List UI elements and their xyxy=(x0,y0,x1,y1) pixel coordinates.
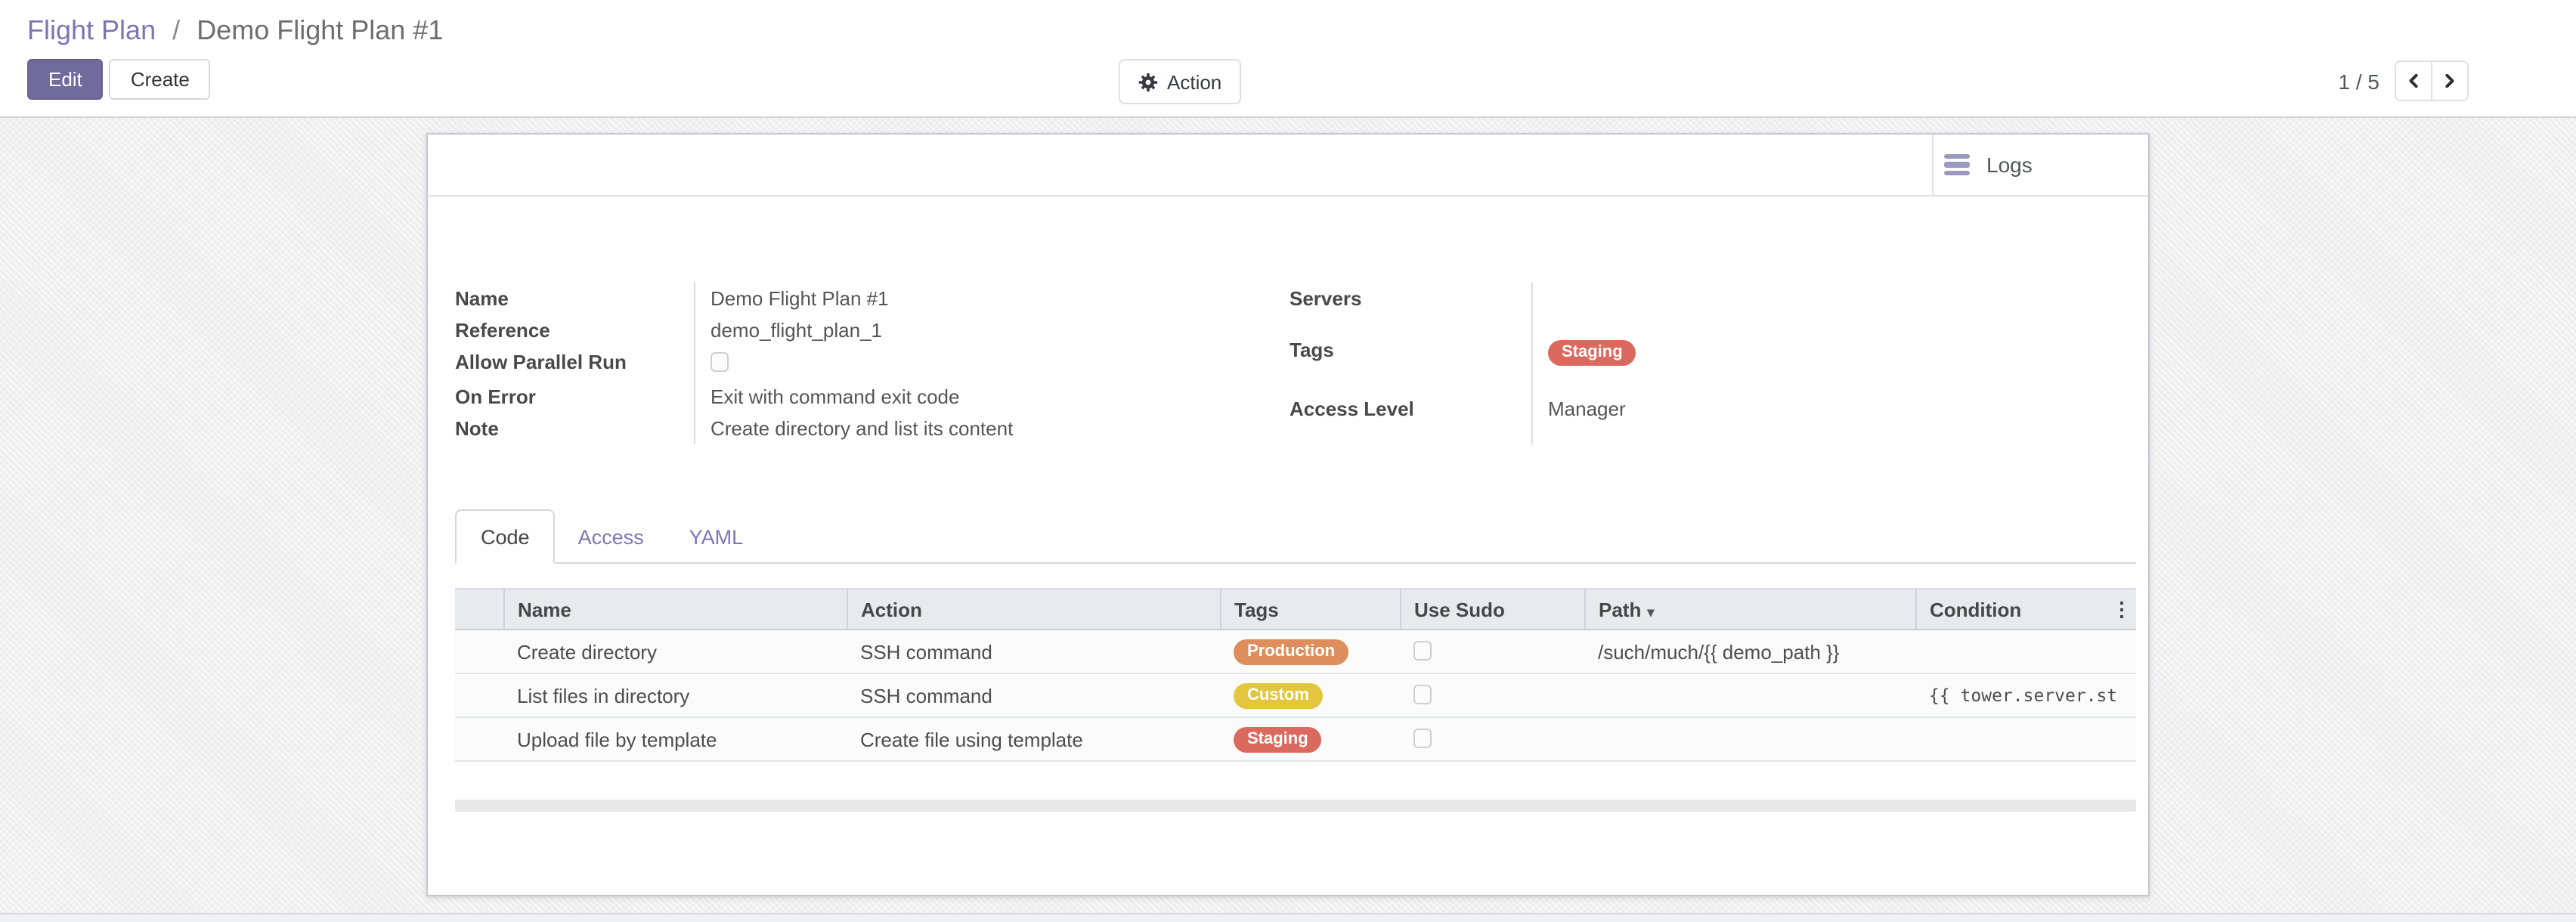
use-sudo-checkbox[interactable] xyxy=(1413,728,1432,747)
pager-count: 1 / 5 xyxy=(2339,69,2380,93)
breadcrumb: Flight Plan / Demo Flight Plan #1 xyxy=(27,12,443,48)
cell-condition xyxy=(1915,717,2136,761)
field-label-access-level: Access Level xyxy=(1290,393,1532,444)
table-row[interactable]: List files in directory SSH command Cust… xyxy=(455,673,2136,717)
field-row-allow-parallel-run: Allow Parallel Run xyxy=(455,346,1290,381)
commands-table: Name Action Tags Use Sudo Path▾ Conditio… xyxy=(455,588,2136,762)
field-value-name: Demo Flight Plan #1 xyxy=(695,283,1290,314)
column-header-handle xyxy=(455,589,503,630)
field-row-on-error: On Error Exit with command exit code xyxy=(455,381,1290,413)
field-label-tags: Tags xyxy=(1290,334,1532,393)
field-row-access-level: Access Level Manager xyxy=(1290,393,2124,444)
field-group-left: Name Demo Flight Plan #1 Reference demo_… xyxy=(455,283,1290,444)
column-header-action[interactable]: Action xyxy=(847,589,1220,630)
create-button[interactable]: Create xyxy=(110,59,211,100)
row-handle-cell xyxy=(455,630,503,673)
cell-path xyxy=(1584,673,1915,717)
table-row[interactable]: Create directory SSH command Production … xyxy=(455,630,2136,673)
sort-desc-icon: ▾ xyxy=(1647,604,1654,619)
table-header-row: Name Action Tags Use Sudo Path▾ Conditio… xyxy=(455,589,2136,630)
cell-name: Create directory xyxy=(503,630,847,673)
control-panel: Flight Plan / Demo Flight Plan #1 Edit C… xyxy=(0,0,2576,118)
field-label-name: Name xyxy=(455,283,695,314)
cell-action: Create file using template xyxy=(847,717,1220,761)
pager-buttons xyxy=(2395,60,2469,101)
tag-badge-custom: Custom xyxy=(1234,683,1323,709)
field-label-on-error: On Error xyxy=(455,381,695,413)
cell-path: /such/much/{{ demo_path }} xyxy=(1584,630,1915,673)
field-label-allow-parallel-run: Allow Parallel Run xyxy=(455,346,695,381)
tab-yaml[interactable]: YAML xyxy=(667,511,766,562)
cell-name: Upload file by template xyxy=(503,717,847,761)
logs-list-icon xyxy=(1944,153,1970,175)
field-group-right: Servers Tags Staging Access Level Manage… xyxy=(1290,283,2124,444)
logs-stat-button[interactable]: Logs xyxy=(1932,135,2148,195)
field-value-servers xyxy=(1532,283,2124,334)
field-label-servers: Servers xyxy=(1290,283,1532,334)
field-value-access-level: Manager xyxy=(1532,393,2124,444)
edit-button[interactable]: Edit xyxy=(27,59,104,100)
tag-badge-staging: Staging xyxy=(1234,727,1322,753)
chevron-right-icon xyxy=(2443,74,2457,88)
tag-badge-staging: Staging xyxy=(1548,340,1636,366)
chevron-left-icon xyxy=(2407,74,2420,88)
use-sudo-checkbox[interactable] xyxy=(1413,640,1432,660)
field-value-note: Create directory and list its content xyxy=(695,413,1290,444)
action-button-label: Action xyxy=(1167,70,1221,93)
field-value-on-error: Exit with command exit code xyxy=(695,381,1290,413)
field-value-reference: demo_flight_plan_1 xyxy=(695,314,1290,346)
field-row-servers: Servers xyxy=(1290,283,2124,334)
notebook-tabs: Code Access YAML xyxy=(455,512,2136,564)
action-button[interactable]: Action xyxy=(1119,59,1241,104)
row-handle-cell xyxy=(455,717,503,761)
pager-next-button[interactable] xyxy=(2431,62,2467,100)
table-row[interactable]: Upload file by template Create file usin… xyxy=(455,717,2136,761)
field-row-tags: Tags Staging xyxy=(1290,334,2124,393)
allow-parallel-run-checkbox[interactable] xyxy=(711,352,729,372)
field-row-name: Name Demo Flight Plan #1 xyxy=(455,283,1290,314)
app-viewport: Flight Plan / Demo Flight Plan #1 Edit C… xyxy=(0,0,2576,922)
cell-condition: {{ tower.server.st xyxy=(1915,673,2136,717)
cell-path xyxy=(1584,717,1915,761)
bottom-edge-strip xyxy=(0,913,2576,922)
cell-action: SSH command xyxy=(847,673,1220,717)
use-sudo-checkbox[interactable] xyxy=(1413,684,1432,704)
field-row-reference: Reference demo_flight_plan_1 xyxy=(455,314,1290,346)
form-sheet: Name Demo Flight Plan #1 Reference demo_… xyxy=(455,283,2124,444)
tag-badge-production: Production xyxy=(1234,639,1348,665)
form-card: Logs Name Demo Flight Plan #1 Reference … xyxy=(426,133,2150,896)
row-handle-cell xyxy=(455,673,503,717)
optional-columns-kebab-icon[interactable]: ⋮ xyxy=(2112,599,2132,619)
pager: 1 / 5 xyxy=(2339,60,2469,101)
tab-code[interactable]: Code xyxy=(455,509,556,564)
breadcrumb-current: Demo Flight Plan #1 xyxy=(197,15,443,45)
cell-name: List files in directory xyxy=(503,673,847,717)
column-header-path[interactable]: Path▾ xyxy=(1584,589,1915,630)
content-area: Logs Name Demo Flight Plan #1 Reference … xyxy=(0,118,2576,922)
field-row-note: Note Create directory and list its conte… xyxy=(455,413,1290,444)
breadcrumb-parent-link[interactable]: Flight Plan xyxy=(27,15,156,45)
horizontal-scrollbar[interactable] xyxy=(455,800,2136,812)
column-header-tags[interactable]: Tags xyxy=(1220,589,1400,630)
column-header-condition[interactable]: Condition⋮ xyxy=(1915,589,2136,630)
column-header-use-sudo[interactable]: Use Sudo xyxy=(1400,589,1584,630)
tab-access[interactable]: Access xyxy=(556,511,667,562)
edit-create-button-group: Edit Create xyxy=(27,59,211,100)
breadcrumb-separator: / xyxy=(172,15,180,45)
field-label-note: Note xyxy=(455,413,695,444)
gear-icon xyxy=(1138,72,1158,91)
card-header: Logs xyxy=(428,135,2148,196)
cell-condition xyxy=(1915,630,2136,673)
pager-previous-button[interactable] xyxy=(2396,62,2431,100)
column-header-name[interactable]: Name xyxy=(503,589,847,630)
cell-action: SSH command xyxy=(847,630,1220,673)
logs-button-label: Logs xyxy=(1986,153,2033,177)
field-label-reference: Reference xyxy=(455,314,695,346)
